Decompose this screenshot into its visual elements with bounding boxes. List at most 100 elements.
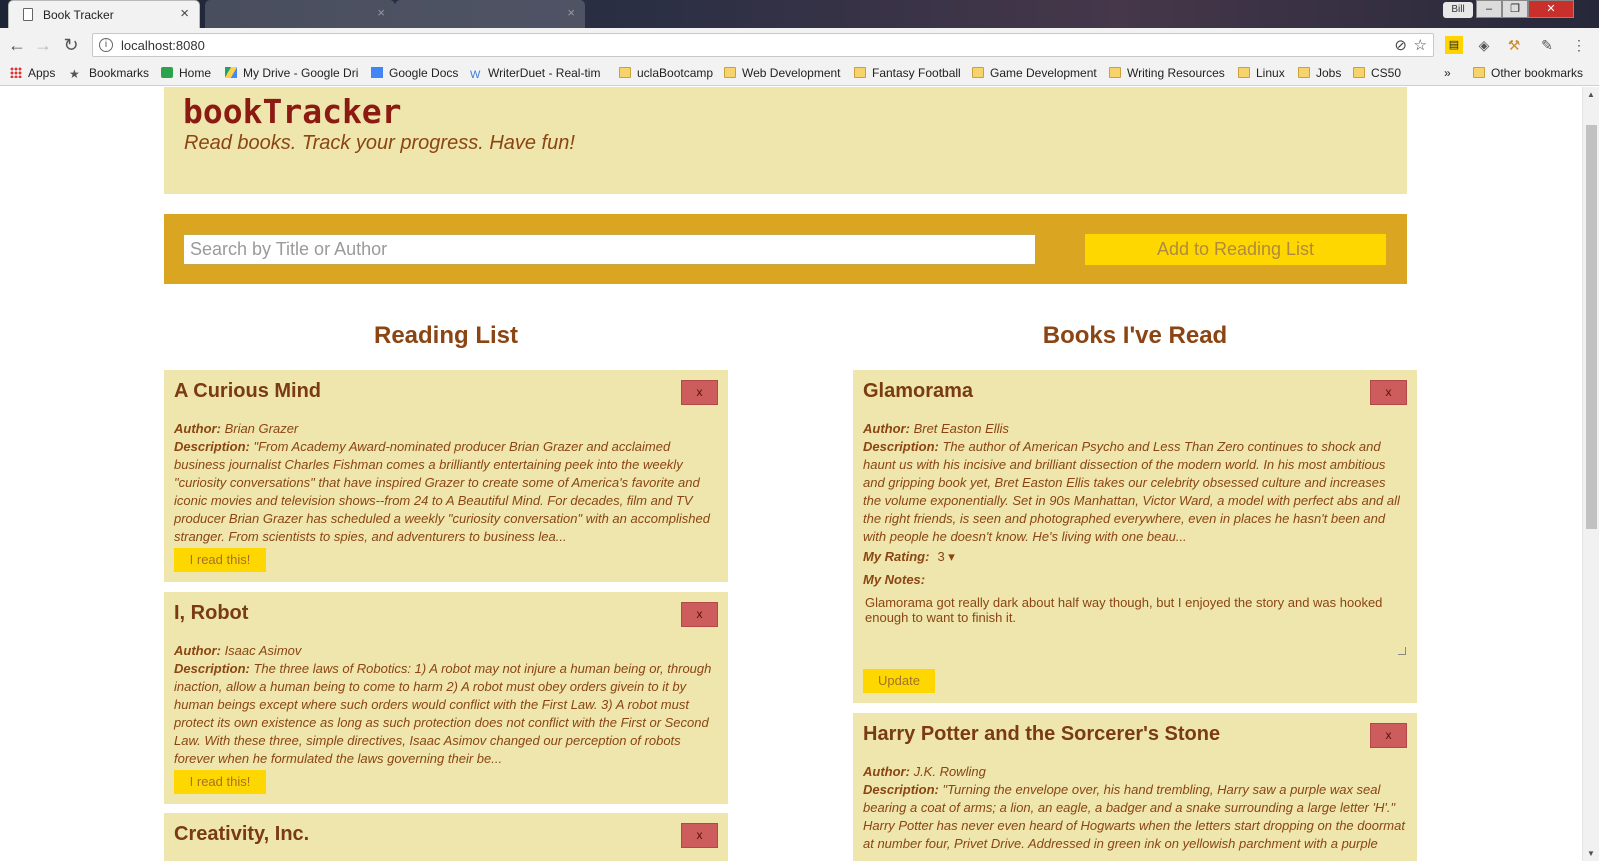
tab-title: Book Tracker: [43, 8, 114, 22]
info-icon[interactable]: i: [99, 38, 113, 52]
bookmark-label: uclaBootcamp: [637, 66, 714, 80]
delete-book-button[interactable]: x: [681, 380, 718, 405]
tab-book-tracker[interactable]: Book Tracker ×: [8, 0, 200, 28]
book-title: I, Robot: [174, 602, 249, 624]
update-button[interactable]: Update: [863, 669, 935, 693]
tab-background-2[interactable]: ×: [395, 0, 585, 28]
minimize-icon[interactable]: –: [1476, 0, 1502, 18]
bookmark-game-development[interactable]: Game Development: [972, 66, 1097, 82]
close-tab-icon[interactable]: ×: [377, 5, 385, 20]
extension-note-icon[interactable]: ▤: [1445, 36, 1463, 54]
bookmark-label: Jobs: [1316, 66, 1342, 80]
google-docs-icon: [371, 67, 383, 78]
rating-label: My Rating:: [863, 549, 930, 564]
mark-read-button[interactable]: I read this!: [174, 770, 266, 794]
search-input[interactable]: [183, 234, 1036, 265]
bookmark-label: Linux: [1256, 66, 1285, 80]
mark-read-button[interactable]: I read this!: [174, 548, 266, 572]
author-value: Bret Easton Ellis: [913, 421, 1009, 436]
author-label: Author:: [863, 764, 910, 779]
bookmark-label: CS50: [1371, 66, 1402, 80]
description-text: The author of American Psycho and Less T…: [863, 439, 1400, 544]
menu-icon[interactable]: ⋮: [1570, 36, 1588, 54]
book-title: Harry Potter and the Sorcerer's Stone: [863, 723, 1221, 745]
author-label: Author:: [863, 421, 910, 436]
bookmark-apps[interactable]: Apps: [10, 66, 55, 82]
bookmarks-overflow[interactable]: »: [1444, 66, 1451, 82]
writerduet-icon: W: [470, 69, 481, 81]
reading-list-card: A Curious Mind x Author: Brian Grazer De…: [164, 370, 728, 582]
header-panel: bookTracker Read books. Track your progr…: [164, 87, 1407, 194]
delete-book-button[interactable]: x: [1370, 380, 1407, 405]
other-bookmarks[interactable]: Other bookmarks: [1473, 66, 1583, 82]
window-close-icon[interactable]: ✕: [1528, 0, 1574, 18]
reading-list-card: I, Robot x Author: Isaac Asimov Descript…: [164, 592, 728, 804]
book-description: Description: The three laws of Robotics:…: [174, 660, 718, 768]
bookmark-google-docs[interactable]: Google Docs: [371, 66, 458, 82]
reload-icon[interactable]: ↻: [60, 34, 82, 56]
book-author: Author: Brian Grazer: [174, 420, 718, 438]
bookmark-bookmarks[interactable]: ★ Bookmarks: [69, 66, 149, 82]
bookmark-my-drive-google-dri[interactable]: My Drive - Google Dri: [225, 66, 358, 82]
bookmark-cs50[interactable]: CS50: [1353, 66, 1401, 82]
scrollbar-thumb[interactable]: [1586, 125, 1597, 529]
author-label: Author:: [174, 421, 221, 436]
add-to-reading-list-button[interactable]: Add to Reading List: [1085, 234, 1386, 265]
bookmark-writing-resources[interactable]: Writing Resources: [1109, 66, 1225, 82]
browser-tabstrip: Book Tracker × × × Bill – ❐ ✕: [0, 0, 1599, 28]
other-bookmarks-label: Other bookmarks: [1491, 66, 1584, 80]
translate-icon[interactable]: ⊘: [1394, 36, 1407, 54]
bookmark-home[interactable]: Home: [161, 66, 211, 82]
bookmark-web-development[interactable]: Web Development: [724, 66, 841, 82]
folder-icon: [1473, 67, 1485, 78]
browser-toolbar: ← → ↻ i localhost:8080 ⊘ ☆ ▤ ◈ ⚒ ✎ ⋮: [0, 28, 1599, 62]
bookmark-label: WriterDuet - Real-tim: [488, 66, 601, 80]
delete-book-button[interactable]: x: [681, 602, 718, 627]
folder-icon: [1353, 67, 1365, 78]
profile-button[interactable]: Bill: [1443, 2, 1473, 18]
description-text: The three laws of Robotics: 1) A robot m…: [174, 661, 712, 766]
bookmark-star-icon[interactable]: ☆: [1414, 36, 1427, 54]
bookmark-label: Game Development: [990, 66, 1097, 80]
page-scrollbar[interactable]: ▲ ▼: [1582, 87, 1599, 861]
address-bar[interactable]: i localhost:8080 ⊘ ☆: [92, 33, 1434, 57]
book-author: Author: J.K. Rowling: [863, 763, 1407, 781]
description-text: "Turning the envelope over, his hand tre…: [863, 782, 1405, 851]
book-title: A Curious Mind: [174, 380, 322, 402]
delete-book-button[interactable]: x: [681, 823, 718, 848]
rating-select[interactable]: 3 ▾: [937, 549, 954, 565]
author-value: Brian Grazer: [224, 421, 299, 436]
description-label: Description:: [174, 661, 250, 676]
books-read-heading: Books I've Read: [1042, 322, 1228, 349]
notes-textarea[interactable]: [863, 593, 1406, 657]
scroll-up-icon[interactable]: ▲: [1587, 90, 1595, 99]
maximize-icon[interactable]: ❐: [1502, 0, 1528, 18]
forward-icon[interactable]: →: [32, 34, 54, 56]
tab-background-1[interactable]: ×: [205, 0, 395, 28]
extension-hammer-icon[interactable]: ⚒: [1505, 36, 1523, 54]
resize-handle-icon[interactable]: [1398, 647, 1406, 655]
bookmark-label: My Drive - Google Dri: [243, 66, 359, 80]
scroll-down-icon[interactable]: ▼: [1587, 849, 1595, 858]
bookmark-writerduet-real-tim[interactable]: W WriterDuet - Real-tim: [470, 66, 600, 82]
extension-eyedropper-icon[interactable]: ✎: [1538, 36, 1556, 54]
bookmark-uclabootcamp[interactable]: uclaBootcamp: [619, 66, 713, 82]
notes-label: My Notes:: [863, 572, 926, 587]
book-title: Glamorama: [863, 380, 974, 402]
author-value: J.K. Rowling: [913, 764, 986, 779]
bookmarks-bar: » Other bookmarks Apps ★ Bookmarks Home My D…: [0, 62, 1599, 86]
bookmark-label: Apps: [28, 66, 56, 80]
close-tab-icon[interactable]: ×: [567, 5, 575, 20]
back-icon[interactable]: ←: [6, 34, 28, 56]
delete-book-button[interactable]: x: [1370, 723, 1407, 748]
description-text: "From Academy Award-nominated producer B…: [174, 439, 710, 544]
reading-list-heading: Reading List: [373, 322, 518, 349]
bookmark-fantasy-football[interactable]: Fantasy Football: [854, 66, 961, 82]
book-title: Creativity, Inc.: [174, 823, 310, 845]
close-tab-icon[interactable]: ×: [180, 5, 189, 22]
extension-shield-icon[interactable]: ◈: [1475, 36, 1493, 54]
page-icon: [23, 8, 33, 21]
bookmark-jobs[interactable]: Jobs: [1298, 66, 1341, 82]
folder-icon: [972, 67, 984, 78]
bookmark-linux[interactable]: Linux: [1238, 66, 1285, 82]
